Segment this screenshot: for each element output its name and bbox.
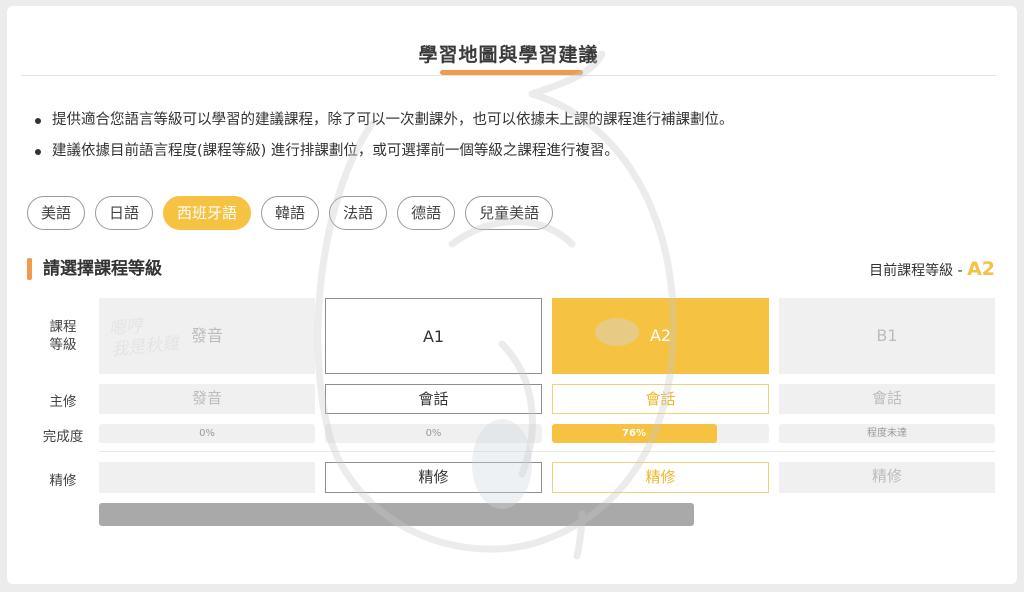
advanced-course-a1[interactable]: 精修 [325,462,542,493]
progress-text: 76% [622,428,646,439]
title-underline [440,70,583,75]
progress-text: 0% [199,428,215,439]
bullet-icon [35,118,41,124]
progress-bar-pronunciation: 0% [99,424,315,443]
language-tabs: 美語 日語 西班牙語 韓語 法語 德語 兒童美語 [27,196,554,230]
row-label-progress: 完成度 [42,429,84,445]
tab-english[interactable]: 美語 [27,196,86,230]
major-course-a2[interactable]: 會話 [552,384,769,414]
watermark-text: 嗯哼 我是秋雞 [107,316,180,361]
tip-item: 建議依據目前語言程度(課程等級) 進行排課劃位，或可選擇前一個等級之課程進行複習… [32,139,734,170]
current-level-label: 目前課程等級 - [869,263,968,279]
tip-item: 提供適合您語言等級可以學習的建議課程，除了可以一次劃課外，也可以依據未上課的課程… [32,108,734,139]
row-label-major: 主修 [49,394,77,410]
tip-text: 建議依據目前語言程度(課程等級) 進行排課劃位，或可選擇前一個等級之課程進行複習… [52,143,619,159]
progress-text: 程度未達 [867,428,907,439]
current-level-value: A2 [967,258,995,280]
progress-bar-a2: 76% [552,424,769,443]
major-course-a1[interactable]: 會話 [325,384,542,414]
learning-map-card [7,6,1017,584]
tab-japanese[interactable]: 日語 [95,196,154,230]
row-divider [99,451,995,452]
tab-german[interactable]: 德語 [397,196,456,230]
progress-text: 0% [425,428,442,439]
tab-kids-english[interactable]: 兒童美語 [465,196,554,230]
tab-korean[interactable]: 韓語 [261,196,320,230]
tips-list: 提供適合您語言等級可以學習的建議課程，除了可以一次劃課外，也可以依據未上課的課程… [32,108,734,170]
advanced-course-pronunciation [99,462,315,493]
progress-bar-a1: 0% [325,424,542,443]
advanced-course-b1[interactable]: 精修 [779,462,995,493]
bullet-icon [35,149,41,155]
advanced-course-a2[interactable]: 精修 [552,462,769,493]
tab-spanish[interactable]: 西班牙語 [163,196,252,230]
row-label-advanced: 精修 [49,473,77,489]
level-card-a2[interactable]: A2 [552,298,769,374]
level-card-a1[interactable]: A1 [325,298,542,374]
level-card-b1[interactable]: B1 [779,298,995,374]
row-label-level: 課程 等級 [49,319,77,353]
page-header: 學習地圖與學習建議 [21,30,996,76]
tab-french[interactable]: 法語 [329,196,388,230]
section-title: 請選擇課程等級 [43,259,162,279]
major-course-b1[interactable]: 會話 [779,384,995,414]
current-level: 目前課程等級 - A2 [869,256,995,284]
section-accent-bar [27,258,32,280]
page-title: 學習地圖與學習建議 [418,44,599,66]
major-course-pronunciation[interactable]: 發音 [99,384,315,414]
progress-bar-b1: 程度未達 [779,424,995,443]
tip-text: 提供適合您語言等級可以學習的建議課程，除了可以一次劃課外，也可以依據未上課的課程… [52,112,734,128]
horizontal-scrollbar[interactable] [99,503,694,526]
